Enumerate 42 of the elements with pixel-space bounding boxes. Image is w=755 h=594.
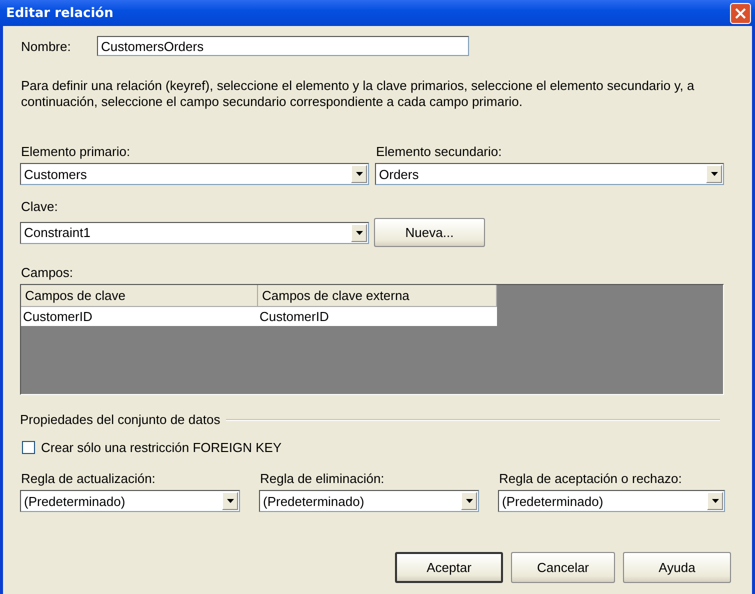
field-label: Elemento secundario: (376, 144, 503, 159)
dropdown[interactable]: Constraint1 (20, 222, 369, 244)
table-cell[interactable]: CustomerID (21, 306, 258, 326)
field-label: Elemento primario: (21, 144, 132, 159)
dropdown[interactable]: Customers (20, 163, 369, 185)
dropdown-arrow-button[interactable] (706, 165, 722, 183)
new-button[interactable]: Nueva... (374, 218, 485, 247)
caret-icon (466, 499, 472, 503)
dropdown[interactable]: Orders (375, 163, 724, 185)
dropdown[interactable]: (Predeterminado) (259, 490, 479, 512)
dropdown[interactable]: (Predeterminado) (20, 490, 240, 512)
field-label: Regla de aceptación o rechazo: (499, 471, 683, 486)
caret-icon (356, 172, 362, 176)
table-cell[interactable]: CustomerID (258, 306, 496, 326)
caret-icon (356, 230, 362, 234)
dialog-button[interactable]: Ayuda (623, 552, 731, 583)
caret-icon (710, 172, 718, 176)
close-button[interactable] (730, 2, 751, 24)
field-label: Regla de actualización: (21, 471, 156, 486)
dialog-button[interactable]: Cancelar (511, 552, 615, 583)
description-text: Para definir una relación (keyref), seleccione el elemento y la clave primarios, seleccione el elemento secundario y, a continuación, seleccione el campo secundario correspondiente a cada campo primario. (21, 78, 696, 110)
dropdown-arrow-button[interactable] (351, 165, 367, 183)
dialog-button[interactable]: Aceptar (395, 552, 503, 583)
window-title: Editar relación (6, 6, 114, 20)
checkbox-label: Crear sólo una restricción FOREIGN KEY (41, 440, 282, 455)
checkbox[interactable] (22, 441, 35, 454)
name-field[interactable]: CustomersOrders (97, 36, 469, 56)
dropdown-arrow-button[interactable] (707, 492, 723, 510)
dropdown[interactable]: (Predeterminado) (498, 490, 725, 512)
dropdown-arrow-button[interactable] (461, 492, 477, 510)
dropdown-arrow-button[interactable] (351, 224, 367, 242)
column-header[interactable]: Campos de clave externa (258, 285, 496, 306)
field-label: Clave: (21, 199, 59, 214)
dropdown-arrow-button[interactable] (222, 492, 238, 510)
group-title: Propiedades del conjunto de datos (20, 412, 220, 427)
field-label: Regla de eliminación: (260, 471, 386, 486)
close-icon (735, 8, 746, 18)
column-header[interactable]: Campos de clave (21, 285, 258, 306)
field-label: Campos: (21, 265, 74, 280)
caret-icon (712, 499, 718, 503)
caret-icon (226, 499, 234, 503)
field-label: Nombre: (20, 38, 72, 54)
